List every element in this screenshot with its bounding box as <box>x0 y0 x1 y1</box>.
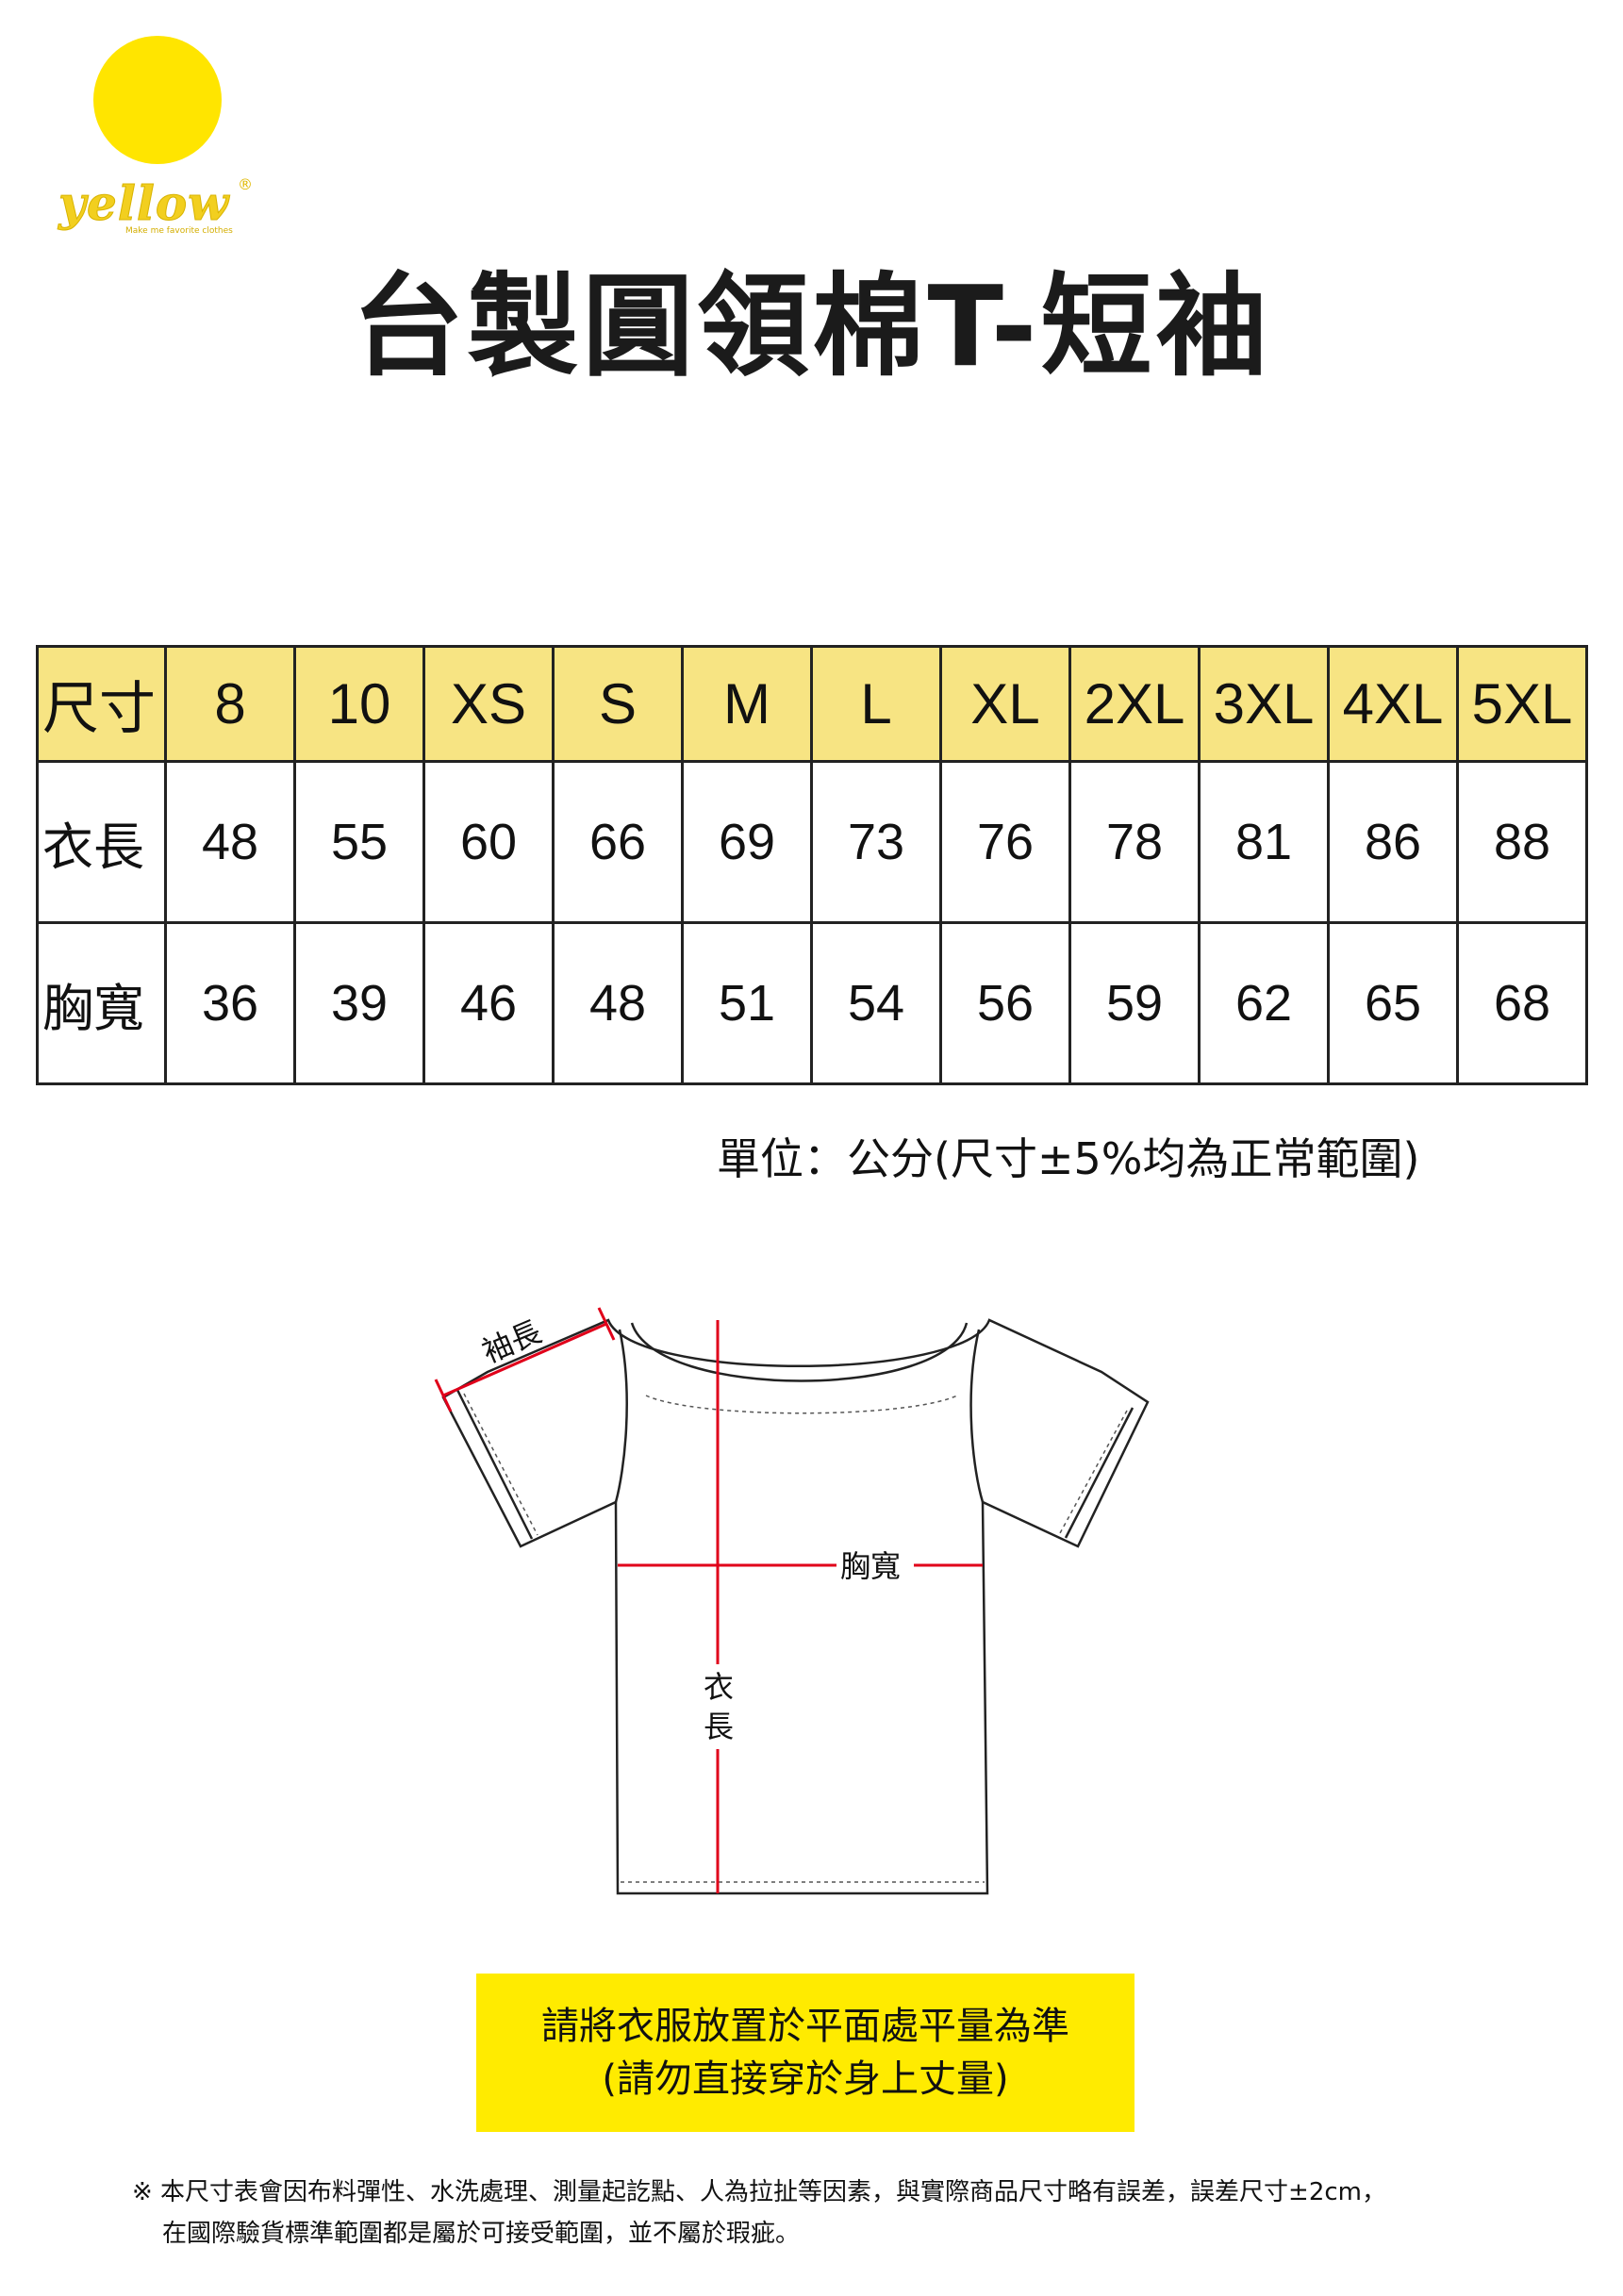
chest-width-value: 48 <box>552 921 684 1085</box>
body-length-diagram-label-2: 長 <box>704 1709 734 1744</box>
measurement-notice-box: 請將衣服放置於平面處平量為準 (請勿直接穿於身上丈量) <box>476 1974 1134 2132</box>
chest-width-value: 39 <box>293 921 425 1085</box>
body-length-label: 衣長 <box>36 760 167 924</box>
chest-width-label: 胸寬 <box>36 921 167 1085</box>
chest-width-value: 51 <box>681 921 813 1085</box>
chest-width-value: 68 <box>1456 921 1588 1085</box>
footnote: ※ 本尺寸表會因布料彈性、水洗處理、測量起訖點、人為拉扯等因素，與實際商品尺寸略… <box>132 2172 1386 2255</box>
body-length-value: 78 <box>1068 760 1201 924</box>
size-header-label: 尺寸 <box>36 645 167 763</box>
chest-width-row: 胸寬 36 39 46 48 51 54 56 59 62 65 68 <box>36 921 1588 1085</box>
body-length-value: 73 <box>810 760 942 924</box>
size-cell: 5XL <box>1456 645 1588 763</box>
body-length-value: 48 <box>164 760 296 924</box>
body-length-row: 衣長 48 55 60 66 69 73 76 78 81 86 88 <box>36 760 1588 924</box>
tshirt-measurement-diagram: 胸寬 衣 長 袖長 <box>434 1307 1150 1895</box>
chest-width-value: 59 <box>1068 921 1201 1085</box>
unit-note: 單位：公分(尺寸±5%均為正常範圍) <box>717 1133 1420 1184</box>
logo-registered-mark: ® <box>238 175 253 193</box>
footnote-line-1: ※ 本尺寸表會因布料彈性、水洗處理、測量起訖點、人為拉扯等因素，與實際商品尺寸略… <box>132 2178 1387 2206</box>
body-length-value: 55 <box>293 760 425 924</box>
page-title: 台製圓領棉T-短袖 <box>352 261 1271 391</box>
measurement-lines <box>434 1307 983 1893</box>
footnote-line-2: 在國際驗貨標準範圍都是屬於可接受範圍，並不屬於瑕疵。 <box>162 2220 801 2248</box>
size-cell: XL <box>939 645 1071 763</box>
chest-width-value: 65 <box>1327 921 1459 1085</box>
logo-circle <box>93 36 222 164</box>
size-cell: 8 <box>164 645 296 763</box>
chest-width-diagram-label: 胸寬 <box>840 1548 901 1584</box>
size-cell: 10 <box>293 645 425 763</box>
chest-width-value: 62 <box>1198 921 1330 1085</box>
size-chart-table: 尺寸 8 10 XS S M L XL 2XL 3XL 4XL 5XL 衣長 4… <box>36 645 1588 1085</box>
body-length-value: 81 <box>1198 760 1330 924</box>
size-cell: 2XL <box>1068 645 1201 763</box>
chest-width-value: 56 <box>939 921 1071 1085</box>
size-cell: M <box>681 645 813 763</box>
notice-line-2: (請勿直接穿於身上丈量) <box>602 2057 1009 2101</box>
size-cell: XS <box>422 645 555 763</box>
size-cell: 3XL <box>1198 645 1330 763</box>
body-length-value: 88 <box>1456 760 1588 924</box>
chest-width-value: 46 <box>422 921 555 1085</box>
body-length-diagram-label-1: 衣 <box>704 1669 734 1705</box>
size-cell: S <box>552 645 684 763</box>
body-length-value: 60 <box>422 760 555 924</box>
stitch-lines <box>463 1393 1128 1883</box>
tshirt-outline <box>441 1318 1150 1895</box>
size-header-row: 尺寸 8 10 XS S M L XL 2XL 3XL 4XL 5XL <box>36 645 1588 763</box>
body-length-value: 69 <box>681 760 813 924</box>
size-cell: L <box>810 645 942 763</box>
logo-wordmark: yellow <box>58 175 230 232</box>
body-length-value: 76 <box>939 760 1071 924</box>
body-length-value: 86 <box>1327 760 1459 924</box>
size-cell: 4XL <box>1327 645 1459 763</box>
notice-line-1: 請將衣服放置於平面處平量為準 <box>541 2005 1069 2048</box>
chest-width-value: 54 <box>810 921 942 1085</box>
chest-width-value: 36 <box>164 921 296 1085</box>
body-length-value: 66 <box>552 760 684 924</box>
logo-tagline: Make me favorite clothes <box>125 226 233 236</box>
